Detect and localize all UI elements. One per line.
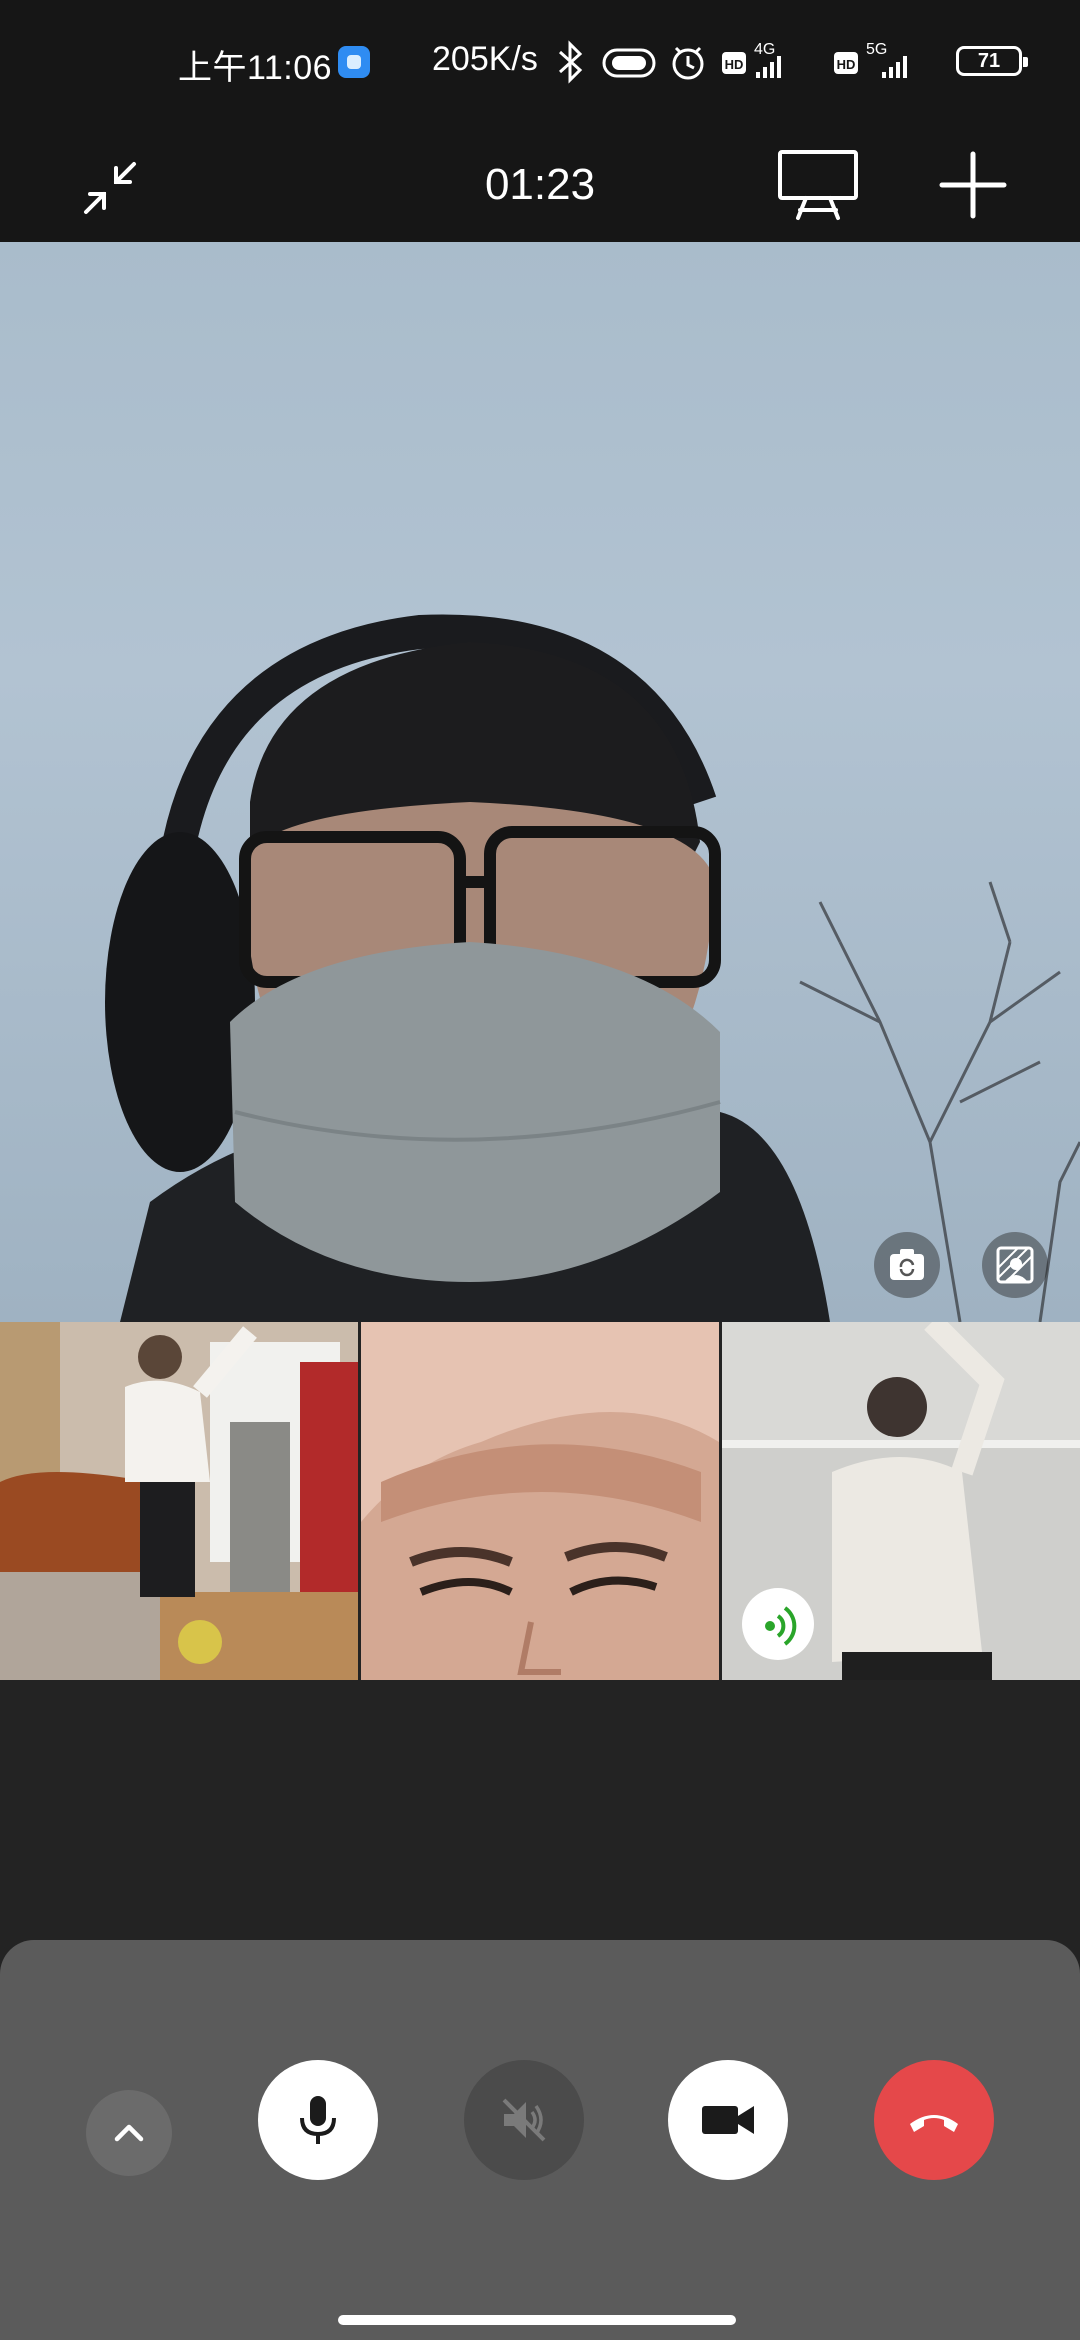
hang-up-icon [910,2115,958,2132]
speaking-indicator-icon [765,1606,797,1646]
participant-video-1 [0,1322,358,1680]
speaker-muted-icon [502,2098,546,2142]
hd-badge-2: HD [837,57,856,72]
add-participant-icon[interactable] [938,150,1008,220]
microphone-button[interactable] [258,2060,378,2180]
battery-level: 71 [977,50,1001,72]
chevron-up-icon [114,2124,144,2142]
participant-thumbnails [0,1322,1080,1680]
participant-tile-3[interactable] [722,1322,1080,1680]
app-notification-icon [338,46,370,78]
ring-mode-icon [602,48,656,78]
hang-up-button[interactable] [874,2060,994,2180]
signal-5g-icon: HD 5G [834,41,907,78]
status-time: 上午11:06 [178,49,333,87]
battery-icon: 71 [956,46,1028,76]
background-effect-button[interactable] [982,1232,1048,1298]
main-video-feed[interactable] [0,242,1080,1322]
bluetooth-icon [558,40,583,84]
microphone-icon [300,2096,336,2144]
network-4g: 4G [754,41,775,58]
video-camera-icon [702,2106,754,2134]
network-speed: 205K/s [432,40,538,78]
participant-video-2 [361,1322,719,1680]
camera-switch-icon [890,1249,924,1280]
participant-tile-2[interactable] [361,1322,719,1680]
camera-button[interactable] [668,2060,788,2180]
signal-4g-icon: HD 4G [722,41,781,78]
home-indicator[interactable] [338,2315,736,2325]
background-blur-icon [996,1246,1034,1284]
screen-share-icon[interactable] [776,148,860,224]
main-video-image [105,614,1080,1322]
network-5g: 5G [866,41,887,58]
call-control-panel [0,1940,1080,2340]
speaking-indicator [742,1588,814,1660]
expand-controls-button[interactable] [86,2090,172,2176]
hd-badge: HD [725,57,744,72]
alarm-icon [672,46,704,80]
call-top-bar: 01:23 [0,120,1080,242]
switch-camera-button[interactable] [874,1232,940,1298]
status-bar: 上午11:06 205K/s HD 4G HD 5G 71 [0,0,1080,120]
call-timer: 01:23 [484,160,596,209]
participant-tile-1[interactable] [0,1322,358,1680]
speaker-button[interactable] [464,2060,584,2180]
